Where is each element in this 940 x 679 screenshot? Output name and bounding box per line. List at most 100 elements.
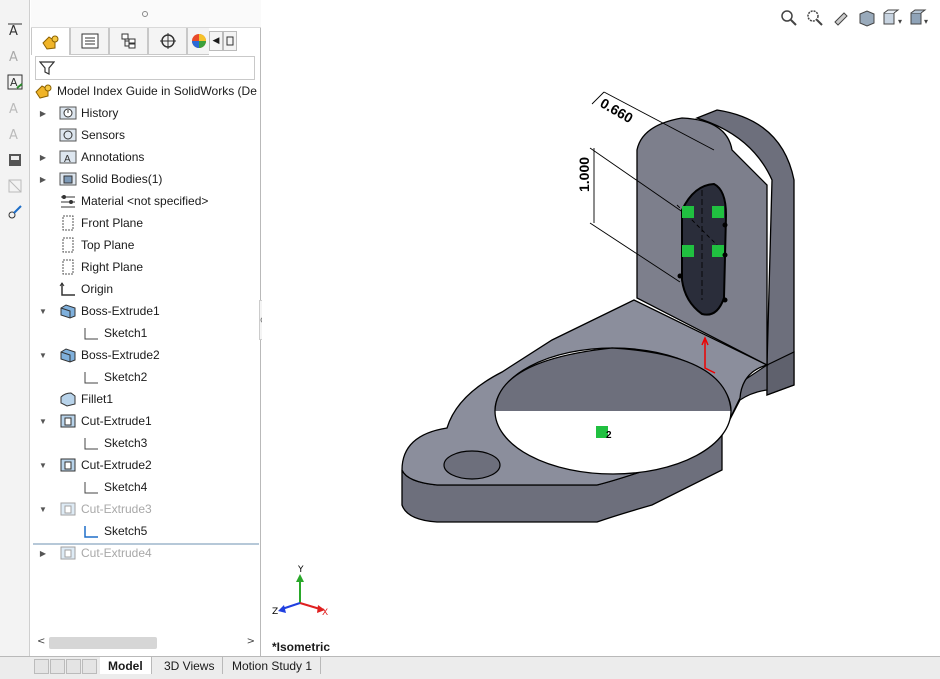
previous-view-icon[interactable] — [830, 8, 852, 28]
tree-item[interactable]: ▼ Cut-Extrude3 — [38, 499, 152, 519]
tree-item[interactable]: ▼ Cut-Extrude2 — [38, 455, 152, 475]
prev-tab-nav[interactable] — [50, 659, 65, 674]
tree-item-label: Sensors — [81, 128, 126, 142]
view-name-label: *Isometric — [272, 640, 331, 654]
model-canvas[interactable]: 0.660 1.000 2 Y X Z — [262, 0, 940, 656]
next-tab-nav[interactable] — [66, 659, 81, 674]
expand-arrow-icon[interactable]: ▶ — [38, 175, 48, 184]
datum-feature-icon[interactable] — [5, 150, 25, 170]
tab-3d-views[interactable]: 3D Views — [156, 657, 224, 674]
rollback-bar[interactable] — [33, 543, 259, 545]
tree-item[interactable]: ▼ Boss-Extrude1 — [38, 301, 160, 321]
panel-grip[interactable] — [31, 0, 261, 28]
dimension-height: 1.000 — [576, 157, 592, 192]
featuremanager-tabs: ◀ — [31, 28, 261, 55]
dimxpert-tab[interactable] — [148, 28, 187, 55]
tree-item[interactable]: Fillet1 — [38, 389, 113, 409]
relation-marker — [682, 206, 694, 218]
tree-root-label: Model Index Guide in SolidWorks (De — [57, 84, 257, 98]
tree-item-label: Boss-Extrude1 — [81, 304, 160, 318]
tree-item[interactable]: Sketch5 — [61, 521, 147, 541]
expand-arrow-icon[interactable]: ▼ — [38, 505, 48, 514]
tree-item[interactable]: Sketch1 — [61, 323, 147, 343]
cut-icon — [58, 456, 78, 474]
tree-item-label: Sketch2 — [104, 370, 148, 384]
zoom-to-area-icon[interactable] — [804, 8, 826, 28]
graphics-area[interactable]: 0.660 1.000 2 Y X Z ▾ ▾ *Isometric — [262, 0, 940, 656]
feature-tree-tab[interactable] — [31, 28, 70, 55]
tree-item-label: Fillet1 — [81, 392, 114, 406]
view-orientation-icon[interactable]: ▾ — [882, 8, 904, 28]
tree-item-label: Solid Bodies(1) — [81, 172, 163, 186]
tree-item[interactable]: Sketch3 — [61, 433, 147, 453]
sketch-icon — [81, 368, 101, 386]
first-tab-nav[interactable] — [34, 659, 49, 674]
expand-arrow-icon[interactable]: ▼ — [38, 417, 48, 426]
tree-item[interactable]: Top Plane — [38, 235, 134, 255]
zoom-to-fit-icon[interactable] — [778, 8, 800, 28]
surface-finish-icon[interactable]: A — [5, 98, 25, 118]
configuration-manager-tab[interactable] — [109, 28, 148, 55]
display-style-icon[interactable]: ▾ — [908, 8, 930, 28]
tree-item[interactable]: ▼ Boss-Extrude2 — [38, 345, 160, 365]
sketch-icon — [81, 434, 101, 452]
expand-arrow-icon[interactable]: ▼ — [38, 461, 48, 470]
relation-marker — [712, 245, 724, 257]
note-icon[interactable]: A — [5, 46, 25, 66]
tree-item-label: Boss-Extrude2 — [81, 348, 160, 362]
relation-label: 2 — [606, 430, 612, 441]
filter-icon — [39, 61, 55, 75]
tree-item[interactable]: Front Plane — [38, 213, 143, 233]
tree-item[interactable]: ▶ Cut-Extrude4 — [38, 543, 152, 563]
plane-icon — [58, 236, 78, 254]
tab-model[interactable]: Model — [100, 657, 152, 674]
section-view-icon[interactable] — [856, 8, 878, 28]
smart-dimension-icon[interactable]: A — [5, 20, 25, 40]
display-manager-icon — [191, 34, 206, 48]
tree-item[interactable]: ▼ Cut-Extrude1 — [38, 411, 152, 431]
annotations-icon: A — [58, 148, 78, 166]
tree-item[interactable]: Sensors — [38, 125, 125, 145]
expand-arrow-icon[interactable]: ▼ — [38, 351, 48, 360]
scroll-left-arrow[interactable]: < — [37, 636, 45, 647]
expand-arrow-icon[interactable]: ▶ — [38, 109, 48, 118]
tree-item[interactable]: ▶ A Annotations — [38, 147, 144, 167]
tabs-scroll-left[interactable]: ◀ — [209, 31, 223, 51]
balloon-icon[interactable]: A — [5, 72, 25, 92]
fillet-icon — [58, 390, 78, 408]
tree-item-label: Sketch4 — [104, 480, 148, 494]
datum-target-icon[interactable] — [5, 176, 25, 196]
tree-item-label: Sketch3 — [104, 436, 148, 450]
tree-horizontal-scrollbar[interactable]: < > — [33, 634, 259, 652]
expand-arrow-icon[interactable]: ▶ — [38, 153, 48, 162]
part-icon — [34, 82, 54, 100]
tree-item[interactable]: Origin — [38, 279, 113, 299]
geometric-tolerance-icon[interactable] — [5, 202, 25, 222]
history-icon — [58, 104, 78, 122]
feature-filter-input[interactable] — [35, 56, 255, 80]
scroll-right-arrow[interactable]: > — [247, 636, 255, 647]
property-manager-tab[interactable] — [70, 28, 109, 55]
last-tab-nav[interactable] — [82, 659, 97, 674]
tree-item[interactable]: Right Plane — [38, 257, 143, 277]
tree-item[interactable]: Sketch4 — [61, 477, 147, 497]
tree-root-part[interactable]: Model Index Guide in SolidWorks (De — [34, 81, 257, 101]
tabs-scroll-right[interactable] — [223, 31, 237, 51]
tree-item[interactable]: Sketch2 — [61, 367, 147, 387]
tabs-overflow-icon — [226, 36, 234, 46]
scrollbar-thumb[interactable] — [49, 637, 157, 649]
svg-text:A: A — [64, 154, 71, 165]
tree-item[interactable]: ▶ History — [38, 103, 118, 123]
expand-arrow-icon[interactable]: ▼ — [38, 307, 48, 316]
display-manager-tab[interactable] — [187, 28, 209, 55]
plane-icon — [58, 258, 78, 276]
tree-item-label: Sketch5 — [104, 524, 148, 538]
tree-item[interactable]: Material <not specified> — [38, 191, 208, 211]
tab-motion-study[interactable]: Motion Study 1 — [224, 657, 322, 674]
heads-up-view-toolbar: ▾ ▾ — [778, 8, 930, 30]
weld-symbol-icon[interactable]: A — [5, 124, 25, 144]
task-pane-strip: A A A A A — [0, 0, 30, 656]
expand-arrow-icon[interactable]: ▶ — [38, 549, 48, 558]
tree-item[interactable]: ▶ Solid Bodies(1) — [38, 169, 162, 189]
property-manager-icon — [81, 33, 98, 49]
